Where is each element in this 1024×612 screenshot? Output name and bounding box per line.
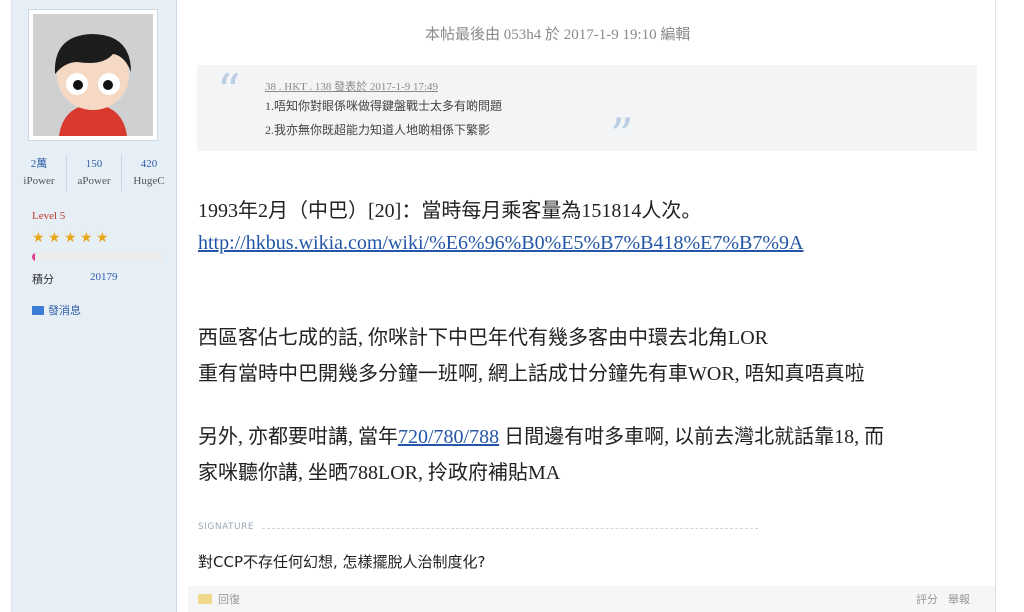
avatar[interactable] xyxy=(28,9,158,141)
signature-text: 對CCP不存任何幻想, 怎樣擺脫人治制度化? xyxy=(198,553,486,571)
envelope-icon xyxy=(32,305,44,315)
stat-value[interactable]: 2萬 xyxy=(12,155,66,173)
rate-button[interactable]: 評分 xyxy=(916,591,938,607)
avatar-cartoon-icon xyxy=(33,14,153,136)
content-divider xyxy=(995,0,996,612)
user-level[interactable]: Level 5 xyxy=(32,210,65,222)
stat-label: aPower xyxy=(77,175,111,187)
user-stats: 2萬 iPower 150 aPower 420 HugeC xyxy=(12,155,176,191)
score-value: 20179 xyxy=(90,271,118,283)
post-text-line: 重有當時中巴開幾多分鐘一班啊, 網上話成廿分鐘先有車WOR, 唔知真唔真啦 xyxy=(198,363,865,385)
post-text-line: 西區客佔七成的話, 你咪計下中巴年代有幾多客由中環去北角LOR xyxy=(198,327,768,349)
stat-hugec[interactable]: 420 HugeC xyxy=(122,155,176,191)
score-label: 積分 xyxy=(32,274,54,286)
stat-value[interactable]: 420 xyxy=(122,155,176,173)
stat-apower[interactable]: 150 aPower xyxy=(67,155,122,191)
send-message-label[interactable]: 發消息 xyxy=(48,302,81,318)
reply-button[interactable]: 回復 xyxy=(198,591,240,607)
post-text-line: 1993年2月（中巴）[20]：當時每月乘客量為151814人次。 xyxy=(198,200,702,222)
signature-divider xyxy=(262,528,758,529)
send-message-link[interactable]: 發消息 xyxy=(32,302,81,318)
quote-line: 1.唔知你對眼係咪做得鍵盤戰士太多有啲問題 xyxy=(265,99,503,113)
stat-ipower[interactable]: 2萬 iPower xyxy=(12,155,67,191)
score-row: 積分 20179 xyxy=(32,271,172,287)
post-text-line: 另外, 亦都要咁講, 當年720/780/788 日間邊有咁多車啊, 以前去灣北… xyxy=(198,420,884,449)
level-progress-bar xyxy=(32,253,164,261)
stat-label: HugeC xyxy=(133,175,165,187)
post-link-line: http://hkbus.wikia.com/wiki/%E6%96%B0%E5… xyxy=(198,232,804,255)
star-icon: ★ xyxy=(80,230,93,246)
avatar-image xyxy=(33,14,153,136)
quote-block: “ 38 . HKT . 138 發表於 2017-1-9 17:49 1.唔知… xyxy=(197,64,977,158)
report-button[interactable]: 舉報 xyxy=(948,591,970,607)
post-text-line: 家咪聽你講, 坐晒788LOR, 拎政府補貼MA xyxy=(198,462,561,484)
star-icon: ★ xyxy=(64,230,77,246)
level-stars: ★ ★ ★ ★ ★ xyxy=(32,231,111,245)
star-icon: ★ xyxy=(48,230,61,246)
signature-label: SIGNATURE xyxy=(198,522,255,532)
level-progress-fill xyxy=(32,253,35,261)
quote-author[interactable]: 38 . HKT . 138 發表於 2017-1-9 17:49 xyxy=(265,78,438,94)
wiki-link[interactable]: http://hkbus.wikia.com/wiki/%E6%96%B0%E5… xyxy=(198,232,804,254)
reply-icon xyxy=(198,594,212,604)
quote-close-icon: ” xyxy=(610,108,634,162)
route-link[interactable]: 720/780/788 xyxy=(398,426,499,448)
quote-line: 2.我亦無你既超能力知道人地啲相係下繁影 xyxy=(265,123,491,137)
star-icon: ★ xyxy=(32,230,45,246)
stat-label: iPower xyxy=(23,175,55,187)
user-sidebar: 2萬 iPower 150 aPower 420 HugeC Level 5 ★… xyxy=(11,0,177,612)
post-footer: 回復 評分 舉報 xyxy=(188,586,995,612)
edit-note: 本帖最後由 053h4 於 2017-1-9 19:10 編輯 xyxy=(425,27,691,43)
reply-label[interactable]: 回復 xyxy=(218,591,240,607)
post-text: 日間邊有咁多車啊, 以前去灣北就話靠18, 而 xyxy=(499,426,885,448)
stat-value[interactable]: 150 xyxy=(67,155,121,173)
star-icon: ★ xyxy=(96,230,109,246)
post-text: 另外, 亦都要咁講, 當年 xyxy=(198,426,398,448)
quote-open-icon: “ xyxy=(217,64,241,118)
